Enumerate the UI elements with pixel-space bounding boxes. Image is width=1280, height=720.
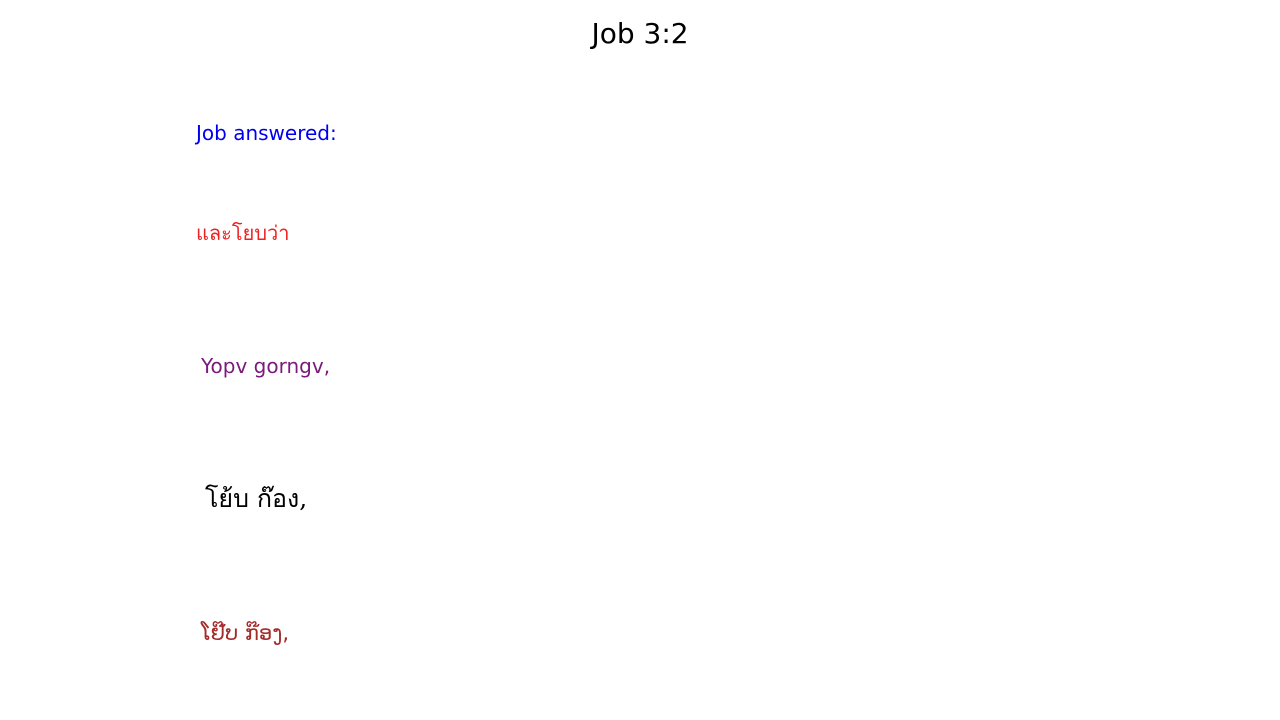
english-verse-text: Job answered: [196, 121, 337, 145]
lao-script-verse-text: ໂຢ໊ບ ກ໊ອງ, [201, 621, 290, 645]
romanized-verse-text: Yopv gorngv, [201, 354, 331, 378]
thai-verse-text: และโยบว่า [196, 221, 290, 245]
thai-script-verse-text: โย้บ ก๊อง, [205, 484, 308, 513]
slide-title: Job 3:2 [591, 17, 689, 50]
